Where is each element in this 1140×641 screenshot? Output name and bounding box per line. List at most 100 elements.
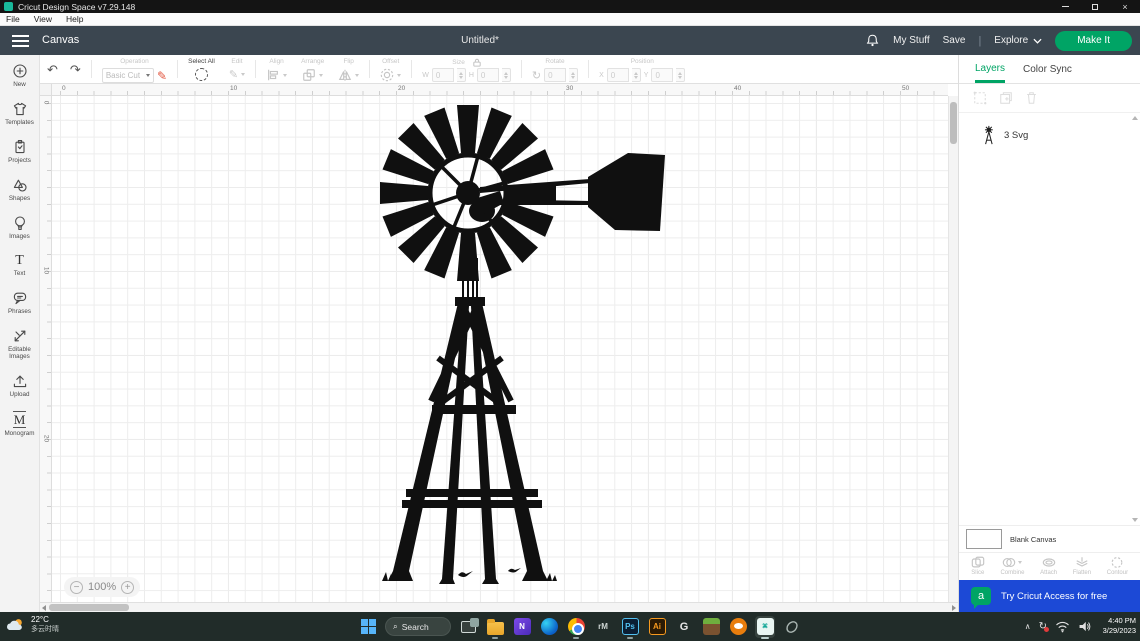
menu-view[interactable]: View	[34, 14, 52, 24]
align-button[interactable]: Align	[259, 55, 294, 83]
my-stuff-link[interactable]: My Stuff	[893, 35, 930, 46]
operation-select[interactable]: Basic Cut	[101, 68, 155, 83]
volume-icon[interactable]	[1078, 620, 1092, 633]
sidebar-item-upload[interactable]: Upload	[0, 373, 40, 398]
windmill-tower	[382, 303, 557, 584]
zoom-in-button[interactable]: +	[121, 580, 135, 594]
width-input[interactable]: 0	[431, 68, 454, 82]
maximize-button[interactable]	[1080, 0, 1110, 13]
select-all-button[interactable]: Select All	[181, 55, 222, 83]
hamburger-menu-icon[interactable]	[12, 35, 29, 50]
delete-icon[interactable]	[1025, 91, 1038, 105]
edge-button[interactable]	[539, 616, 559, 638]
arrange-icon	[303, 69, 315, 81]
notes-app-button[interactable]: N	[512, 616, 532, 638]
sidebar-item-templates[interactable]: Templates	[0, 101, 40, 126]
sync-status-icon[interactable]: ↻	[1039, 621, 1049, 632]
design-canvas[interactable]: − 100% +	[52, 96, 948, 602]
taskbar-clock[interactable]: 4:40 PM 3/29/2023	[1103, 616, 1136, 636]
minecraft-button[interactable]	[701, 616, 721, 638]
zoom-out-button[interactable]: −	[70, 580, 83, 594]
vertical-scroll-thumb[interactable]	[950, 102, 957, 144]
duplicate-icon[interactable]	[999, 91, 1013, 105]
logitech-g-button[interactable]: G	[674, 616, 694, 638]
chrome-icon	[567, 618, 585, 635]
contour-button[interactable]: Contour	[1107, 556, 1128, 576]
attach-button[interactable]: Attach	[1040, 556, 1057, 576]
rotate-stepper[interactable]	[569, 68, 579, 82]
x-input[interactable]: 0	[606, 68, 629, 82]
height-stepper[interactable]	[501, 68, 511, 82]
canvas-object-windmill-svg[interactable]	[378, 103, 668, 585]
sidebar-label: Images	[9, 233, 30, 240]
canvas-horizontal-scrollbar[interactable]	[40, 602, 958, 612]
sidebar-item-new[interactable]: New	[0, 63, 40, 88]
minimize-button[interactable]	[1050, 0, 1080, 13]
photoshop-button[interactable]: Ps	[620, 616, 640, 639]
menu-file[interactable]: File	[6, 14, 20, 24]
list-scroll-down-arrow[interactable]	[1132, 518, 1138, 522]
cricut-access-banner[interactable]: a Try Cricut Access for free	[959, 580, 1140, 612]
document-title[interactable]: Untitled*	[440, 35, 520, 46]
sidebar-item-images[interactable]: Images	[0, 215, 40, 240]
sidebar-item-phrases[interactable]: Phrases	[0, 290, 40, 315]
flatten-button[interactable]: Flatten	[1073, 556, 1091, 576]
sidebar-item-text[interactable]: T Text	[0, 253, 40, 277]
slice-button[interactable]: Slice	[971, 556, 985, 576]
flip-button[interactable]: Flip	[331, 55, 366, 83]
layer-thumbnail-windmill	[984, 125, 993, 145]
chrome-button[interactable]	[566, 616, 586, 639]
notifications-bell-icon[interactable]	[865, 33, 880, 48]
x-stepper[interactable]	[631, 68, 641, 82]
undo-button[interactable]: ↶	[47, 63, 58, 76]
sidebar-item-editable-images[interactable]: Editable Images	[0, 328, 40, 360]
cricut-app-button[interactable]: ⌘	[755, 615, 775, 639]
layer-item-svg[interactable]: 3 Svg	[959, 113, 1140, 147]
y-stepper[interactable]	[676, 68, 686, 82]
horizontal-scroll-thumb[interactable]	[49, 604, 129, 611]
ruler-mark: 0	[42, 100, 50, 105]
start-button[interactable]	[358, 616, 378, 638]
blender-button[interactable]	[728, 616, 748, 638]
edit-button[interactable]: Edit ✎	[222, 55, 252, 83]
task-view-button[interactable]	[458, 616, 479, 638]
taskbar-search[interactable]: ⌕ Search	[385, 617, 451, 636]
sidebar-item-shapes[interactable]: Shapes	[0, 177, 40, 202]
scroll-left-arrow[interactable]	[42, 605, 46, 611]
rotate-input[interactable]: 0	[544, 68, 567, 82]
y-input[interactable]: 0	[651, 68, 674, 82]
file-explorer-button[interactable]	[485, 616, 505, 639]
clock-date: 3/29/2023	[1102, 626, 1136, 635]
offset-button[interactable]: Offset	[373, 55, 408, 83]
remarkable-button[interactable]: rM	[593, 616, 613, 638]
tray-expand-icon[interactable]: ∧	[1025, 622, 1031, 631]
group-icon[interactable]	[973, 91, 987, 105]
operation-color-pen-icon[interactable]: ✎	[157, 69, 167, 83]
clip-tool-button[interactable]	[782, 616, 802, 638]
combine-button[interactable]: Combine	[1000, 556, 1024, 576]
height-input[interactable]: 0	[476, 68, 499, 82]
make-it-button[interactable]: Make It	[1055, 30, 1132, 51]
arrange-button[interactable]: Arrange	[294, 55, 331, 83]
tab-layers[interactable]: Layers	[975, 56, 1006, 83]
scroll-right-arrow[interactable]	[952, 605, 956, 611]
size-lock-icon[interactable]	[473, 58, 481, 67]
list-scroll-up-arrow[interactable]	[1132, 116, 1138, 120]
canvas-vertical-scrollbar[interactable]	[948, 96, 958, 602]
menu-help[interactable]: Help	[66, 14, 83, 24]
minecraft-icon	[702, 618, 720, 635]
tab-color-sync[interactable]: Color Sync	[1023, 57, 1072, 81]
close-button[interactable]: ×	[1110, 0, 1140, 13]
layers-list: 3 Svg	[959, 112, 1140, 525]
redo-button[interactable]: ↷	[70, 63, 81, 76]
sidebar-item-monogram[interactable]: M Monogram	[0, 411, 40, 437]
explore-menu[interactable]: Explore	[994, 35, 1042, 46]
wifi-icon[interactable]	[1055, 620, 1070, 633]
sidebar-label: New	[13, 81, 26, 88]
width-stepper[interactable]	[456, 68, 466, 82]
illustrator-button[interactable]: Ai	[647, 616, 667, 638]
save-link[interactable]: Save	[943, 35, 966, 46]
taskbar-weather-widget[interactable]: 22°C 多云时晴	[6, 615, 59, 634]
blank-canvas-row[interactable]: Blank Canvas	[959, 525, 1140, 552]
sidebar-item-projects[interactable]: Projects	[0, 139, 40, 164]
